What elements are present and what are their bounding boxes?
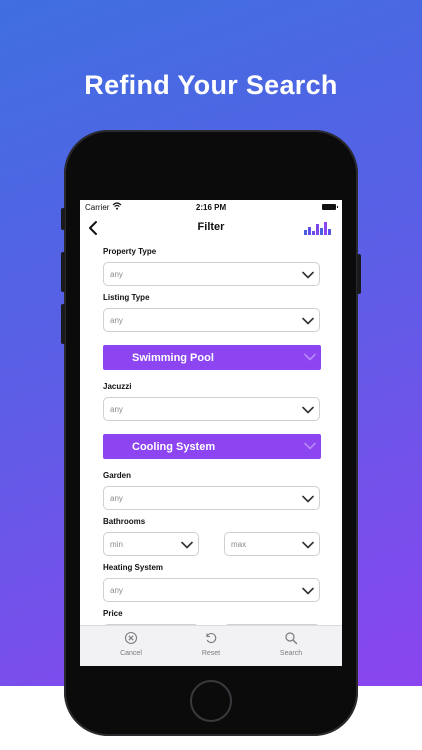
promo-headline: Refind Your Search — [84, 70, 338, 100]
heating-system-select[interactable]: any — [103, 578, 320, 602]
heating-system-value: any — [110, 586, 123, 595]
chevron-down-icon — [302, 587, 314, 595]
cooling-system-label: Cooling System — [132, 441, 216, 453]
listing-type-value: any — [110, 316, 123, 325]
chevron-down-icon — [304, 442, 316, 450]
property-type-label: Property Type — [103, 247, 157, 256]
nav-bar: Filter — [80, 216, 342, 240]
property-type-select[interactable]: any — [103, 262, 320, 286]
cooling-system-section[interactable]: Cooling System — [103, 434, 321, 459]
search-label: Search — [279, 650, 303, 657]
battery-icon — [322, 204, 338, 210]
bathrooms-max-select[interactable]: max — [224, 532, 320, 556]
cancel-button[interactable]: Cancel — [101, 631, 161, 657]
chevron-down-icon — [302, 495, 314, 503]
cancel-icon — [124, 631, 138, 645]
search-button[interactable]: Search — [261, 631, 321, 657]
status-bar: Carrier 2:16 PM — [80, 200, 342, 214]
phone-side-button — [61, 304, 65, 344]
chevron-down-icon — [302, 317, 314, 325]
heating-system-label: Heating System — [103, 563, 164, 572]
chevron-down-icon — [181, 541, 193, 549]
status-time: 2:16 PM — [195, 203, 227, 212]
price-label: Price — [103, 609, 123, 618]
bathrooms-max-value: max — [231, 540, 247, 549]
listing-type-label: Listing Type — [103, 293, 150, 302]
chevron-down-icon — [302, 406, 314, 414]
bottom-tab-bar: Cancel Reset Search — [80, 625, 342, 666]
phone-screen: Carrier 2:16 PM Filter Property Type any — [80, 200, 342, 666]
swimming-pool-label: Swimming Pool — [132, 352, 214, 364]
phone-side-button — [357, 254, 361, 294]
chevron-down-icon — [302, 271, 314, 279]
jacuzzi-select[interactable]: any — [103, 397, 320, 421]
chevron-down-icon — [304, 353, 316, 361]
swimming-pool-section[interactable]: Swimming Pool — [103, 345, 321, 370]
home-button[interactable] — [190, 680, 232, 722]
garden-value: any — [110, 494, 123, 503]
phone-side-button — [61, 252, 65, 292]
bathrooms-label: Bathrooms — [103, 517, 146, 526]
phone-side-button — [61, 208, 65, 230]
page-title: Filter — [197, 221, 225, 233]
garden-label: Garden — [103, 471, 132, 480]
bar-chart-logo-icon — [304, 222, 331, 235]
reset-button[interactable]: Reset — [181, 631, 241, 657]
jacuzzi-value: any — [110, 405, 123, 414]
cancel-label: Cancel — [120, 650, 142, 657]
chevron-down-icon — [302, 541, 314, 549]
reset-label: Reset — [201, 650, 221, 657]
jacuzzi-label: Jacuzzi — [103, 382, 132, 391]
listing-type-select[interactable]: any — [103, 308, 320, 332]
bathrooms-min-select[interactable]: min — [103, 532, 199, 556]
bathrooms-min-value: min — [110, 540, 123, 549]
search-icon — [285, 632, 298, 645]
property-type-value: any — [110, 270, 123, 279]
reset-icon — [206, 632, 217, 644]
garden-select[interactable]: any — [103, 486, 320, 510]
